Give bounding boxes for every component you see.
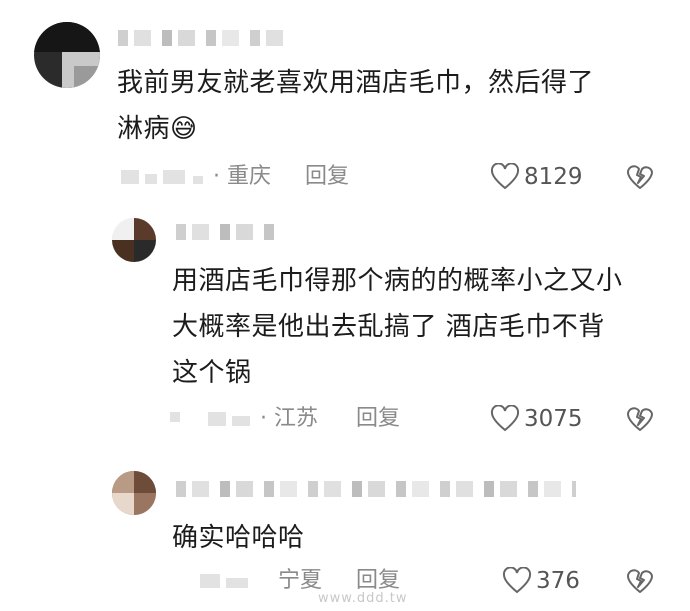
comment-2: 用酒店毛巾得那个病的的概率小之又小 大概率是他出去乱搞了 酒店毛巾不背 这个锅 … <box>0 200 690 455</box>
comment-text: 用酒店毛巾得那个病的的概率小之又小 大概率是他出去乱搞了 酒店毛巾不背 这个锅 <box>172 258 682 396</box>
username-blurred[interactable] <box>176 481 576 497</box>
user-avatar-icon[interactable] <box>112 218 156 262</box>
comment-text-line: 用酒店毛巾得那个病的的概率小之又小 <box>172 266 623 296</box>
comment-meta: · 江苏 回复 <box>168 404 668 434</box>
user-avatar-icon[interactable] <box>112 471 156 515</box>
comment-3: 确实哈哈哈 宁夏 回复 376 <box>0 455 690 611</box>
broken-heart-icon[interactable] <box>626 567 654 595</box>
comment-text-line: 大概率是他出去乱搞了 酒店毛巾不背 <box>172 312 605 342</box>
like-button[interactable]: 8129 <box>490 162 583 192</box>
comment-meta: · 重庆 回复 <box>117 162 677 192</box>
comment-text-line: 我前男友就老喜欢用酒店毛巾，然后得了 <box>117 68 595 98</box>
like-button[interactable]: 376 <box>502 566 580 596</box>
broken-heart-icon[interactable] <box>626 163 654 191</box>
like-button[interactable]: 3075 <box>490 404 583 434</box>
heart-outline-icon <box>502 567 532 594</box>
comment-text: 我前男友就老喜欢用酒店毛巾，然后得了 淋病😅 <box>117 60 677 152</box>
like-count: 3075 <box>524 406 583 432</box>
heart-outline-icon <box>490 405 520 432</box>
location-label: · 江苏 <box>260 406 318 431</box>
watermark: www.ddd.tw <box>318 591 408 606</box>
comment-1: 我前男友就老喜欢用酒店毛巾，然后得了 淋病😅 · 重庆 回复 8129 <box>0 0 690 200</box>
comment-text-line: 这个锅 <box>172 358 252 388</box>
comment-text-line: 确实哈哈哈 <box>172 523 305 553</box>
comment-meta: 宁夏 回复 <box>168 566 668 596</box>
location-label: 宁夏 <box>278 568 323 593</box>
user-avatar-icon[interactable] <box>34 22 100 88</box>
comment-text: 确实哈哈哈 <box>172 515 682 561</box>
heart-outline-icon <box>490 163 520 190</box>
username-blurred[interactable] <box>118 30 288 46</box>
broken-heart-icon[interactable] <box>626 405 654 433</box>
reply-button[interactable]: 回复 <box>305 162 349 192</box>
like-count: 376 <box>536 568 580 594</box>
username-blurred[interactable] <box>176 224 276 240</box>
comment-text-line: 淋病😅 <box>117 114 198 144</box>
location-label: · 重庆 <box>213 164 271 189</box>
reply-button[interactable]: 回复 <box>356 404 400 434</box>
like-count: 8129 <box>524 164 583 190</box>
